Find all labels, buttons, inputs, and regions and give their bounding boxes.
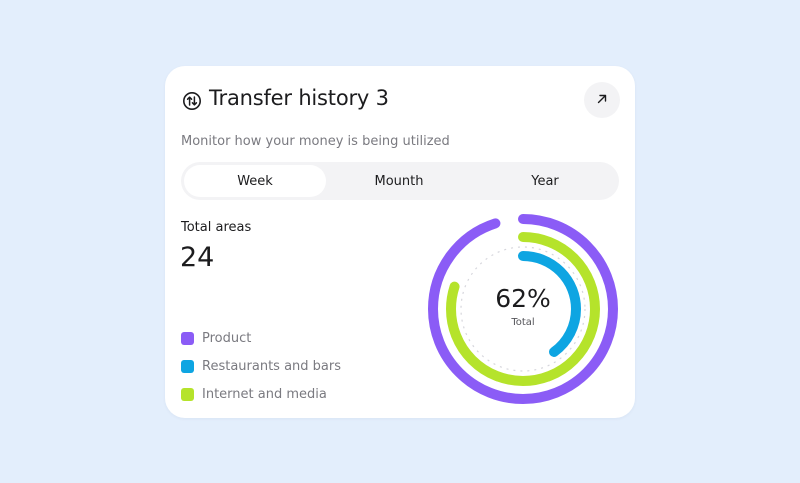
card-subtitle: Monitor how your money is being utilized [181, 134, 450, 149]
legend-swatch-restaurants [181, 359, 194, 373]
legend-swatch-product [181, 331, 194, 345]
transfer-history-card: Transfer history 3 Monitor how your mone… [165, 66, 635, 418]
chart-center-label: Total [511, 317, 535, 328]
chart-legend: Product Restaurants and bars Internet an… [181, 324, 341, 408]
legend-item-internet: Internet and media [181, 380, 341, 408]
legend-item-restaurants: Restaurants and bars [181, 352, 341, 380]
arrow-up-right-icon [595, 91, 609, 110]
legend-label: Internet and media [202, 386, 327, 402]
tab-year[interactable]: Year [474, 165, 616, 197]
period-tabs: Week Mounth Year [181, 162, 619, 200]
legend-label: Product [202, 330, 252, 346]
total-areas-label: Total areas [181, 220, 252, 235]
legend-swatch-internet [181, 387, 194, 401]
tab-mounth[interactable]: Mounth [328, 165, 470, 197]
legend-item-product: Product [181, 324, 341, 352]
transfer-arrows-icon [182, 91, 202, 111]
chart-center-value: 62% [495, 284, 551, 313]
expand-button[interactable] [584, 82, 620, 118]
card-title: Transfer history 3 [209, 86, 389, 110]
total-areas-value: 24 [180, 242, 215, 273]
tab-week[interactable]: Week [184, 165, 326, 197]
legend-label: Restaurants and bars [202, 358, 342, 374]
